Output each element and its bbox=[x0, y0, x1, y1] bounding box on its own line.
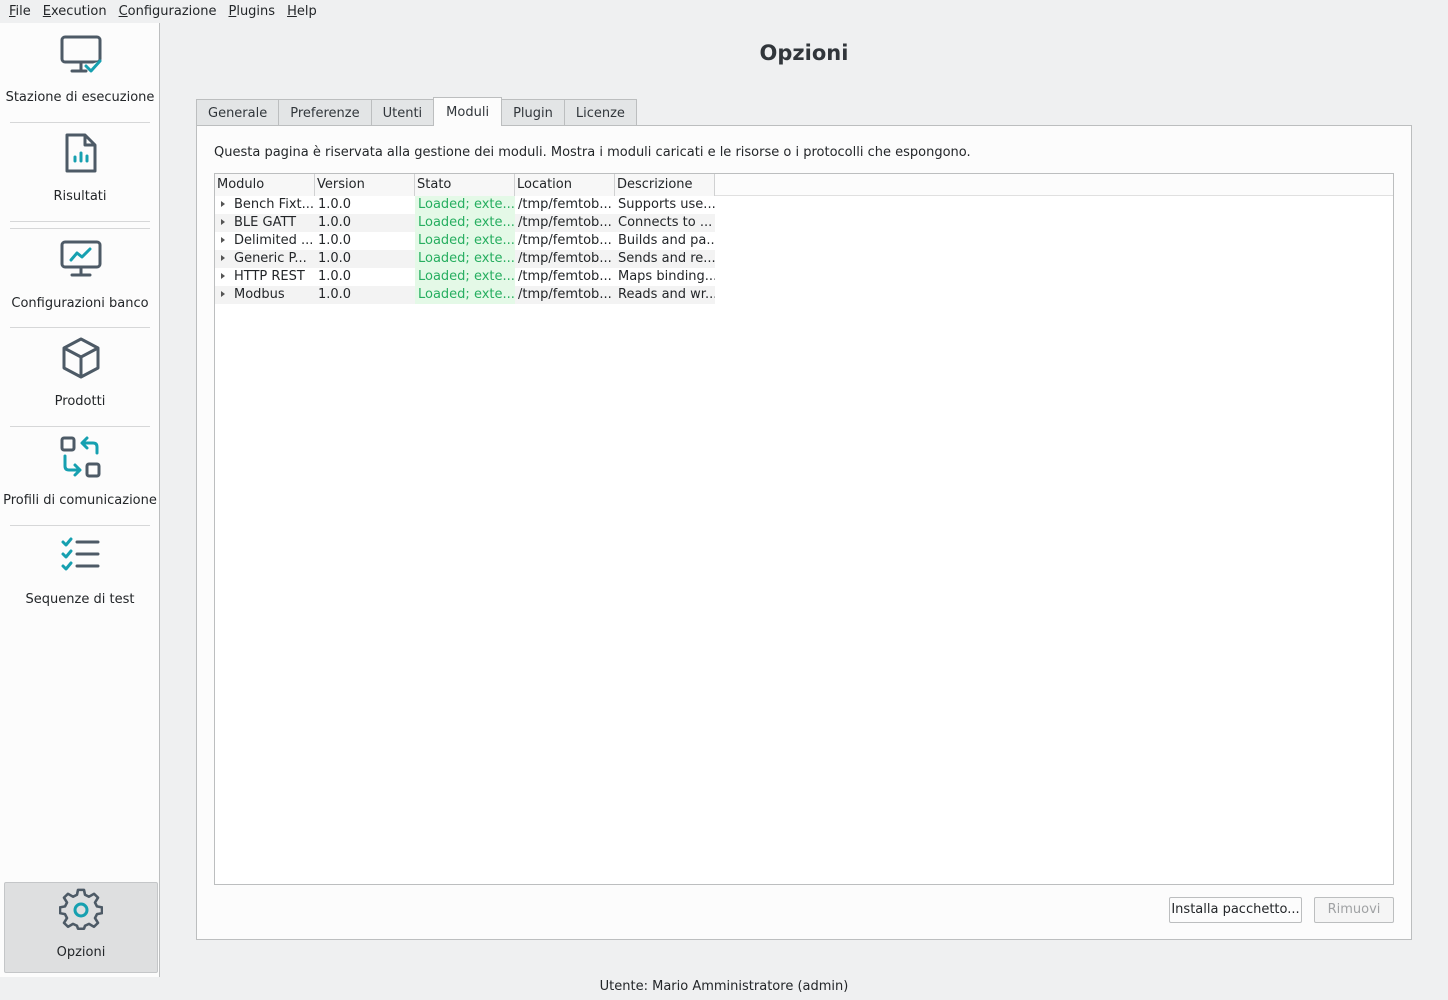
sidebar-item-configurazioni-banco[interactable]: Configurazioni banco bbox=[0, 229, 160, 327]
expand-arrow-icon[interactable] bbox=[221, 273, 225, 279]
cell-stato: Loaded; exte... bbox=[415, 286, 515, 304]
sidebar-item-label: Stazione di esecuzione bbox=[5, 90, 155, 105]
page-description: Questa pagina è riservata alla gestione … bbox=[214, 145, 971, 160]
cell-version: 1.0.0 bbox=[318, 197, 352, 212]
tab-preferenze[interactable]: Preferenze bbox=[278, 99, 372, 126]
cell-modulo: Generic P... bbox=[215, 250, 315, 268]
divider bbox=[10, 221, 150, 222]
table-row[interactable]: Bench Fixt... 1.0.0 Loaded; exte... /tmp… bbox=[215, 196, 715, 214]
expand-arrow-icon[interactable] bbox=[221, 255, 225, 261]
menu-plugins[interactable]: Plugins bbox=[222, 0, 281, 23]
module-name: HTTP REST bbox=[234, 269, 305, 284]
cell-location: /tmp/femtob... bbox=[515, 214, 615, 232]
column-header-descrizione[interactable]: Descrizione bbox=[615, 174, 715, 196]
menu-configurazione[interactable]: Configurazione bbox=[113, 0, 223, 23]
cell-modulo: Bench Fixt... bbox=[215, 196, 315, 214]
cell-version: 1.0.0 bbox=[315, 250, 415, 268]
cell-stato: Loaded; exte... bbox=[415, 196, 515, 214]
cell-location: /tmp/femtob... bbox=[515, 286, 615, 304]
monitor-chart-icon bbox=[60, 240, 102, 277]
expand-arrow-icon[interactable] bbox=[221, 237, 225, 243]
tab-panel-moduli: Questa pagina è riservata alla gestione … bbox=[196, 125, 1412, 940]
header-filler bbox=[715, 174, 1393, 195]
remove-button[interactable]: Rimuovi bbox=[1314, 897, 1394, 923]
module-name: Modbus bbox=[234, 287, 285, 302]
sidebar-item-risultati[interactable]: Risultati bbox=[0, 123, 160, 221]
column-header-location[interactable]: Location bbox=[515, 174, 615, 196]
cell-stato: Loaded; exte... bbox=[415, 268, 515, 286]
install-package-button[interactable]: Installa pacchetto... bbox=[1169, 897, 1302, 923]
tab-licenze[interactable]: Licenze bbox=[563, 99, 637, 126]
sidebar-item-profili-comunicazione[interactable]: Profili di comunicazione bbox=[0, 427, 160, 525]
sidebar-item-label: Risultati bbox=[53, 189, 107, 204]
sidebar-item-label: Opzioni bbox=[56, 945, 106, 960]
sidebar-item-prodotti[interactable]: Prodotti bbox=[0, 328, 160, 426]
sidebar-item-label: Configurazioni banco bbox=[11, 296, 149, 311]
table-row[interactable]: Delimited ... 1.0.0 Loaded; exte... /tmp… bbox=[215, 232, 715, 250]
cell-version: 1.0.0 bbox=[318, 233, 352, 248]
module-name: Bench Fixt... bbox=[234, 197, 315, 212]
tab-moduli[interactable]: Moduli bbox=[433, 97, 503, 126]
cell-stato: Loaded; exte... bbox=[415, 232, 515, 250]
table-row[interactable]: Generic P... 1.0.0 Loaded; exte... /tmp/… bbox=[215, 250, 715, 268]
sidebar: Stazione di esecuzione Risultati Configu… bbox=[0, 23, 160, 977]
cell-version: 1.0.0 bbox=[315, 286, 415, 304]
cell-descrizione: Supports use... bbox=[618, 197, 715, 212]
cell-version: 1.0.0 bbox=[318, 269, 352, 284]
cell-version: 1.0.0 bbox=[315, 214, 415, 232]
sidebar-item-label: Profili di comunicazione bbox=[3, 493, 157, 508]
tab-generale[interactable]: Generale bbox=[196, 99, 280, 126]
cell-location: /tmp/femtob... bbox=[518, 233, 612, 248]
tab-utenti[interactable]: Utenti bbox=[370, 99, 435, 126]
page-title: Opzioni bbox=[759, 41, 849, 65]
sidebar-item-label: Sequenze di test bbox=[25, 592, 135, 607]
report-file-icon bbox=[65, 133, 97, 173]
menu-execution[interactable]: Execution bbox=[37, 0, 113, 23]
column-header-stato[interactable]: Stato bbox=[415, 174, 515, 196]
modules-tree[interactable]: Modulo Version Stato Location Descrizion… bbox=[214, 173, 1394, 885]
cell-descrizione: Connects to ... bbox=[615, 214, 715, 232]
column-header-version[interactable]: Version bbox=[315, 174, 415, 196]
cell-modulo: Modbus bbox=[215, 286, 315, 304]
module-name: Generic P... bbox=[234, 251, 307, 266]
sidebar-item-stazione[interactable]: Stazione di esecuzione bbox=[0, 23, 160, 122]
checklist-icon bbox=[61, 537, 100, 571]
cell-location: /tmp/femtob... bbox=[515, 250, 615, 268]
cube-icon bbox=[62, 337, 100, 379]
menu-help[interactable]: Help bbox=[281, 0, 323, 23]
cell-stato: Loaded; exte... bbox=[415, 250, 515, 268]
gear-icon bbox=[59, 888, 103, 930]
sidebar-item-opzioni[interactable]: Opzioni bbox=[4, 882, 158, 973]
cell-stato: Loaded; exte... bbox=[415, 214, 515, 232]
cell-descrizione: Builds and pa... bbox=[618, 233, 715, 248]
cell-location: /tmp/femtob... bbox=[518, 197, 612, 212]
cell-modulo: HTTP REST bbox=[215, 268, 315, 286]
cell-location: /tmp/femtob... bbox=[518, 269, 612, 284]
menu-file[interactable]: File bbox=[3, 0, 37, 23]
sidebar-item-sequenze-test[interactable]: Sequenze di test bbox=[0, 526, 160, 624]
expand-arrow-icon[interactable] bbox=[221, 201, 225, 207]
table-row[interactable]: BLE GATT 1.0.0 Loaded; exte... /tmp/femt… bbox=[215, 214, 715, 232]
cell-descrizione: Maps binding... bbox=[618, 269, 715, 284]
module-name: BLE GATT bbox=[234, 215, 297, 230]
cell-descrizione: Reads and wr... bbox=[615, 286, 715, 304]
sidebar-item-label: Prodotti bbox=[54, 394, 106, 409]
table-header: Modulo Version Stato Location Descrizion… bbox=[215, 174, 1393, 196]
cell-modulo: Delimited ... bbox=[215, 232, 315, 250]
cell-modulo: BLE GATT bbox=[215, 214, 315, 232]
table-body: Bench Fixt... 1.0.0 Loaded; exte... /tmp… bbox=[215, 196, 715, 304]
module-name: Delimited ... bbox=[234, 233, 314, 248]
status-user: Utente: Mario Amministratore (admin) bbox=[599, 979, 849, 994]
expand-arrow-icon[interactable] bbox=[221, 291, 225, 297]
cell-descrizione: Sends and re... bbox=[615, 250, 715, 268]
tab-bar: Generale Preferenze Utenti Moduli Plugin… bbox=[196, 97, 637, 126]
table-row[interactable]: Modbus 1.0.0 Loaded; exte... /tmp/femtob… bbox=[215, 286, 715, 304]
monitor-check-icon bbox=[60, 35, 102, 73]
tab-plugin[interactable]: Plugin bbox=[501, 99, 565, 126]
expand-arrow-icon[interactable] bbox=[221, 219, 225, 225]
table-row[interactable]: HTTP REST 1.0.0 Loaded; exte... /tmp/fem… bbox=[215, 268, 715, 286]
swap-icon bbox=[60, 436, 101, 478]
menu-bar: File Execution Configurazione Plugins He… bbox=[0, 0, 1448, 23]
column-header-modulo[interactable]: Modulo bbox=[215, 174, 315, 196]
